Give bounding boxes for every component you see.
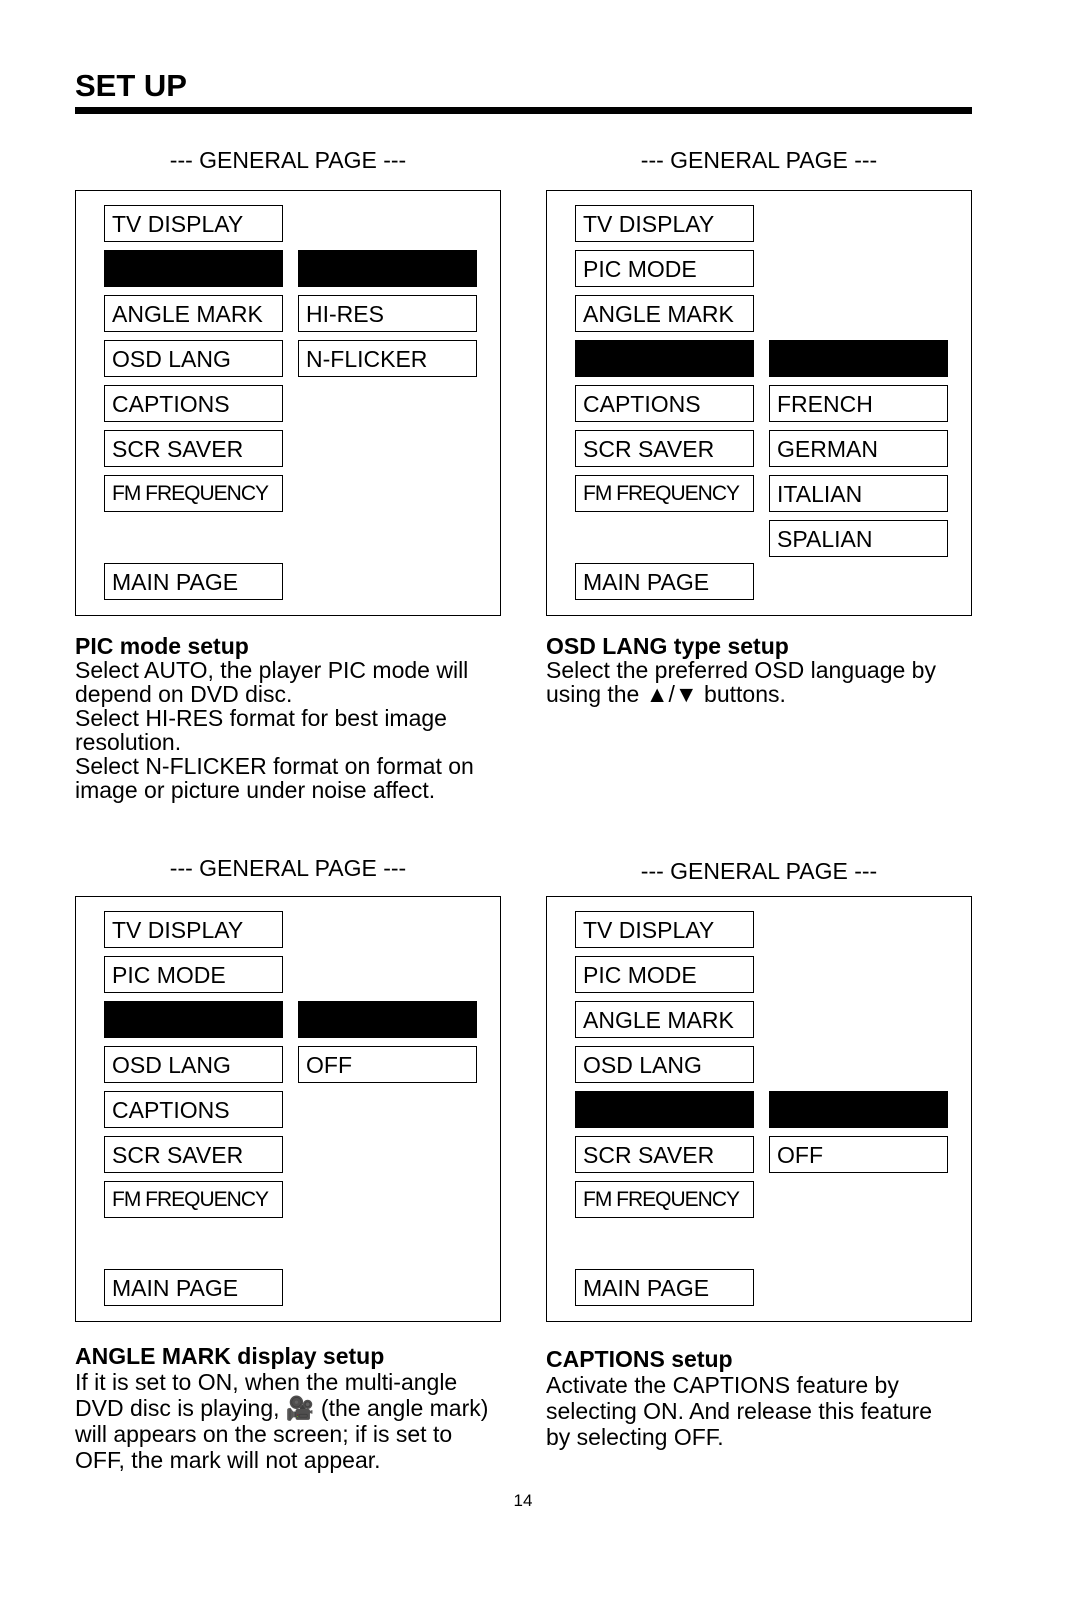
- general-page-menu: TV DISPLAY PIC MODE ANGLE MARK OSD LANG SCR …: [546, 896, 972, 1322]
- title-rule: [75, 107, 972, 114]
- description-line: depend on DVD disc.: [75, 681, 293, 707]
- option-selected[interactable]: [769, 1091, 948, 1128]
- section-heading: ANGLE MARK display setup: [75, 1343, 385, 1369]
- menu-item-selected[interactable]: [575, 1091, 754, 1128]
- option-item[interactable]: GERMAN: [769, 430, 948, 467]
- option-selected[interactable]: [298, 250, 477, 287]
- menu-item[interactable]: ANGLE MARK: [575, 1001, 754, 1038]
- description-line: OFF, the mark will not appear.: [75, 1447, 381, 1473]
- menu-item[interactable]: PIC MODE: [575, 250, 754, 287]
- menu-item[interactable]: FM FREQUENCY: [104, 1181, 283, 1218]
- description-line: Select HI-RES format for best image: [75, 705, 447, 731]
- menu-item[interactable]: FM FREQUENCY: [575, 475, 754, 512]
- menu-item[interactable]: OSD LANG: [104, 1046, 283, 1083]
- menu-item[interactable]: FM FREQUENCY: [104, 475, 283, 512]
- description-line: Activate the CAPTIONS feature by: [546, 1372, 899, 1398]
- menu-item-selected[interactable]: [104, 1001, 283, 1038]
- section-heading: OSD LANG type setup: [546, 633, 789, 659]
- menu-item[interactable]: ANGLE MARK: [104, 295, 283, 332]
- manual-page: SET UP --- GENERAL PAGE --- TV DISPLAY ANG…: [0, 0, 1080, 1618]
- menu-item[interactable]: FM FREQUENCY: [575, 1181, 754, 1218]
- page-title: SET UP: [75, 68, 187, 103]
- description-line: by selecting OFF.: [546, 1424, 724, 1450]
- description-line: Select N-FLICKER format on format on: [75, 753, 474, 779]
- menu-item[interactable]: PIC MODE: [575, 956, 754, 993]
- section-description: OSD LANG type setup Select the preferred …: [546, 634, 976, 706]
- description-line: If it is set to ON, when the multi-angle: [75, 1369, 458, 1395]
- menu-item[interactable]: CAPTIONS: [104, 1091, 283, 1128]
- menu-item[interactable]: CAPTIONS: [575, 385, 754, 422]
- option-item[interactable]: SPALIAN: [769, 520, 948, 557]
- menu-item[interactable]: TV DISPLAY: [575, 205, 754, 242]
- menu-item[interactable]: TV DISPLAY: [104, 205, 283, 242]
- description-line: using the ▲/▼ buttons.: [546, 681, 786, 707]
- section-description: CAPTIONS setup Activate the CAPTIONS feat…: [546, 1346, 976, 1450]
- description-line: Select the preferred OSD language by: [546, 657, 936, 683]
- panel-title: --- GENERAL PAGE ---: [169, 855, 407, 881]
- option-item[interactable]: OFF: [298, 1046, 477, 1083]
- general-page-menu: TV DISPLAY PIC MODE OSD LANG CAPTIONS SCR SA…: [75, 896, 501, 1322]
- description-line: image or picture under noise affect.: [75, 777, 436, 803]
- main-page-button[interactable]: MAIN PAGE: [104, 1269, 283, 1306]
- option-selected[interactable]: [298, 1001, 477, 1038]
- general-page-menu: TV DISPLAY PIC MODE ANGLE MARK CAPTIONS SCR …: [546, 190, 972, 616]
- panel-title: --- GENERAL PAGE ---: [169, 147, 407, 173]
- section-description: PIC mode setup Select AUTO, the player PI…: [75, 634, 505, 802]
- panel-title: --- GENERAL PAGE ---: [640, 858, 878, 884]
- option-selected[interactable]: [769, 340, 948, 377]
- menu-item[interactable]: ANGLE MARK: [575, 295, 754, 332]
- option-item[interactable]: HI-RES: [298, 295, 477, 332]
- menu-item[interactable]: SCR SAVER: [104, 430, 283, 467]
- option-item[interactable]: FRENCH: [769, 385, 948, 422]
- section-heading: PIC mode setup: [75, 633, 249, 659]
- main-page-button[interactable]: MAIN PAGE: [575, 1269, 754, 1306]
- panel-title: --- GENERAL PAGE ---: [640, 147, 878, 173]
- menu-item[interactable]: SCR SAVER: [575, 430, 754, 467]
- section-description: ANGLE MARK display setup If it is set to …: [75, 1343, 505, 1473]
- section-heading: CAPTIONS setup: [546, 1346, 733, 1372]
- menu-item[interactable]: CAPTIONS: [104, 385, 283, 422]
- menu-item-selected[interactable]: [104, 250, 283, 287]
- menu-item[interactable]: SCR SAVER: [575, 1136, 754, 1173]
- main-page-button[interactable]: MAIN PAGE: [104, 563, 283, 600]
- menu-item[interactable]: TV DISPLAY: [575, 911, 754, 948]
- option-item[interactable]: N-FLICKER: [298, 340, 477, 377]
- menu-item[interactable]: OSD LANG: [104, 340, 283, 377]
- option-item[interactable]: ITALIAN: [769, 475, 948, 512]
- menu-item[interactable]: TV DISPLAY: [104, 911, 283, 948]
- main-page-button[interactable]: MAIN PAGE: [575, 563, 754, 600]
- page-number: 14: [513, 1491, 533, 1510]
- description-line: Select AUTO, the player PIC mode will: [75, 657, 469, 683]
- menu-item[interactable]: SCR SAVER: [104, 1136, 283, 1173]
- menu-item[interactable]: PIC MODE: [104, 956, 283, 993]
- description-line: selecting ON. And release this feature: [546, 1398, 933, 1424]
- description-line: will appears on the screen; if is set to: [75, 1421, 453, 1447]
- menu-item[interactable]: OSD LANG: [575, 1046, 754, 1083]
- description-line: DVD disc is playing, 🎥 (the angle mark): [75, 1395, 489, 1421]
- description-line: resolution.: [75, 729, 182, 755]
- general-page-menu: TV DISPLAY ANGLE MARK OSD LANG CAPTIONS SCR …: [75, 190, 501, 616]
- menu-item-selected[interactable]: [575, 340, 754, 377]
- option-item[interactable]: OFF: [769, 1136, 948, 1173]
